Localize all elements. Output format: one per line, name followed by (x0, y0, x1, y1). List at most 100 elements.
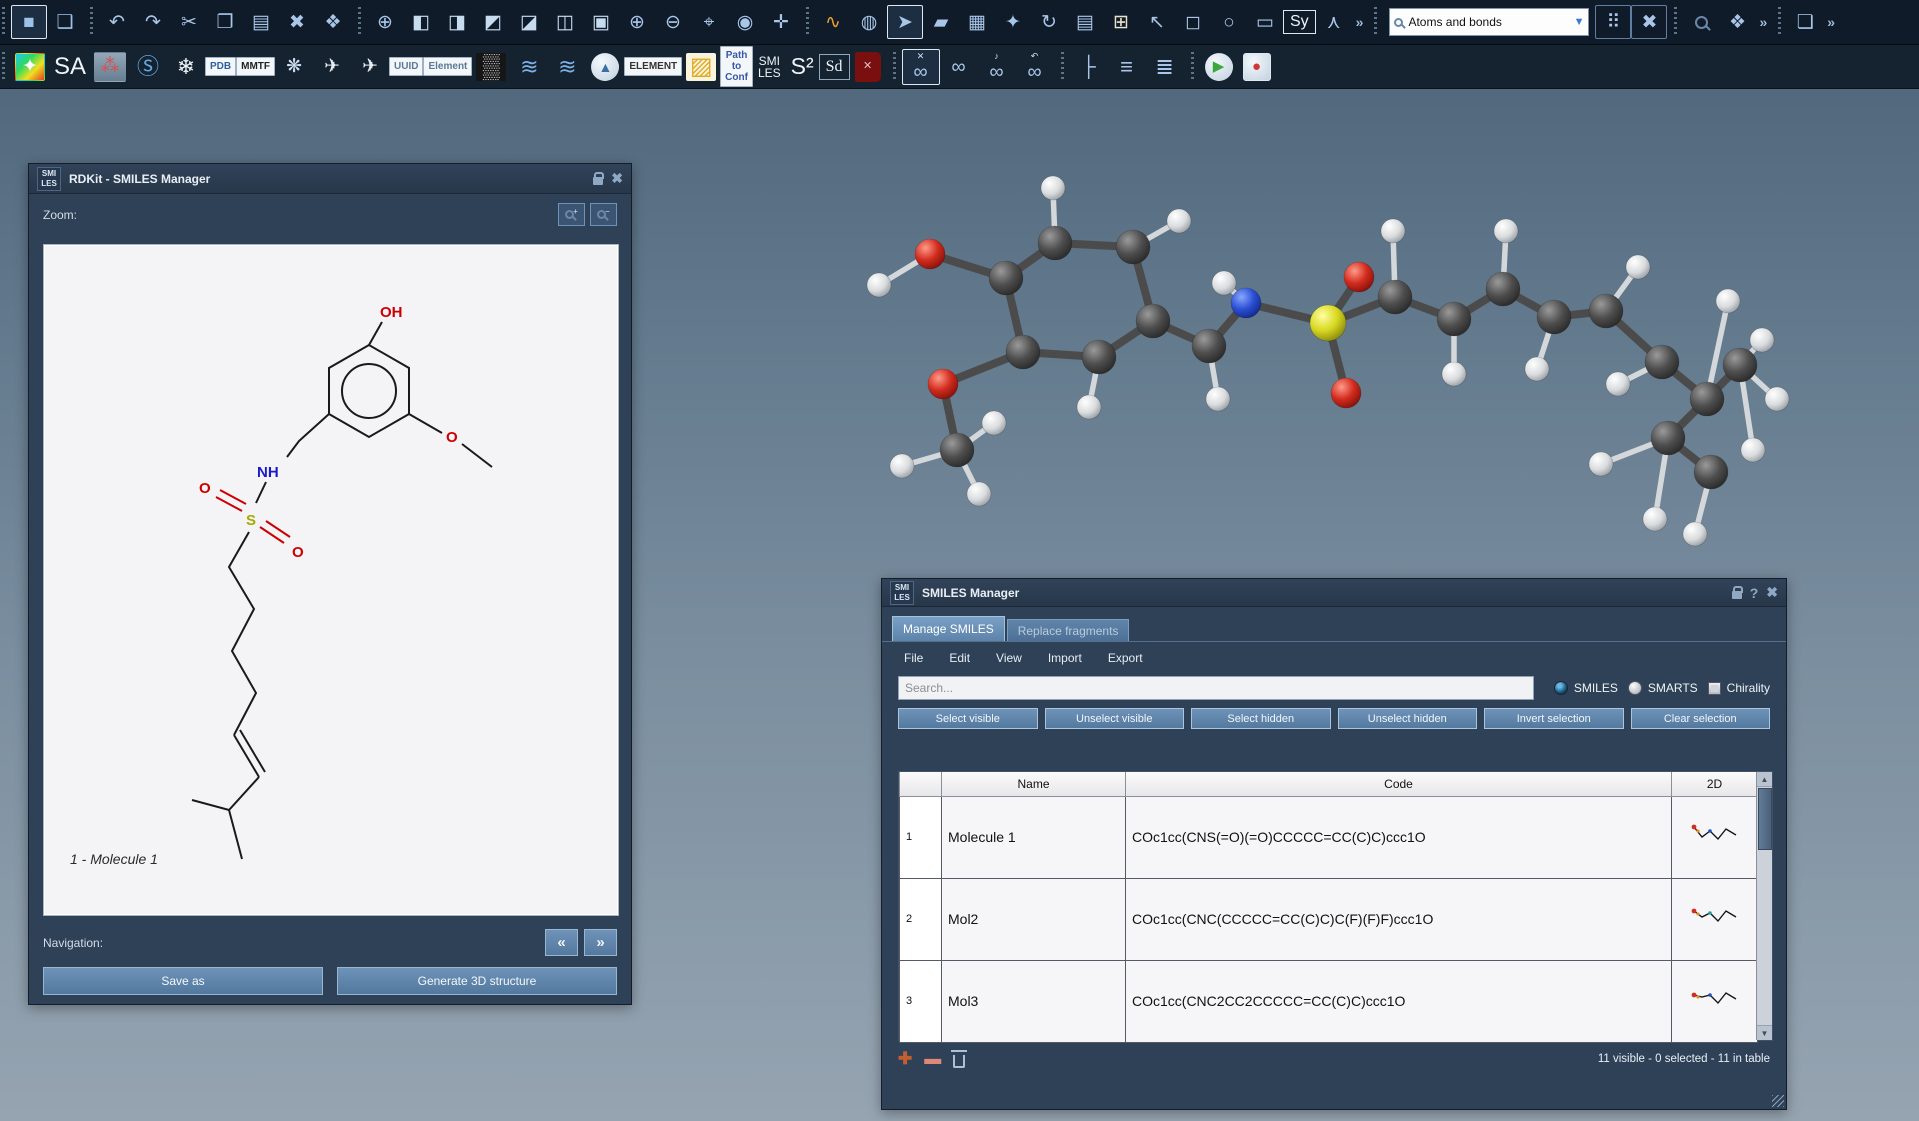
molecule-2d-canvas[interactable]: OH O NH S O O 1 - Molecule 1 (43, 244, 619, 916)
uuid-generator[interactable]: UUID (389, 57, 423, 76)
remove-row-icon[interactable]: ▬ (924, 1049, 941, 1069)
save-icon[interactable]: ❑ (47, 5, 83, 39)
save-as-button[interactable]: Save as (43, 967, 323, 995)
fibers-tool-2-icon[interactable]: ≋ (548, 49, 586, 85)
samson-logo-icon[interactable]: ✦ (15, 53, 45, 81)
zoom-selection-icon[interactable]: ⌖ (691, 5, 727, 39)
lock-icon[interactable] (1732, 591, 1742, 599)
column-header-code[interactable]: Code (1126, 772, 1672, 796)
smiles-radio[interactable] (1554, 681, 1568, 695)
thumbnail-2d-cell[interactable] (1672, 960, 1758, 1042)
table-row[interactable]: 2Mol2COc1cc(CNC(CCCCC=CC(C)C)C(F)(F)F)cc… (900, 878, 1758, 960)
scroll-down-icon[interactable]: ▼ (1757, 1025, 1772, 1040)
mountain-app-icon[interactable]: ▲ (591, 53, 619, 81)
select-atoms-icon[interactable]: ⠿ (1595, 5, 1631, 39)
menu-view[interactable]: View (996, 651, 1022, 665)
noise-generator-icon[interactable]: ▒ (476, 53, 506, 81)
smiles-titlebar[interactable]: SMILES SMILES Manager ? ✖ (882, 579, 1786, 607)
toggle-visibility-eye-icon[interactable]: ◉ (727, 5, 763, 39)
ribbon-tool-icon[interactable]: ∿ (815, 5, 851, 39)
help-icon[interactable]: ? (1750, 585, 1759, 601)
network-builder-icon[interactable]: ❋ (275, 49, 313, 85)
code-cell[interactable]: COc1cc(CNC(CCCCC=CC(C)C)C(F)(F)F)ccc1O (1126, 878, 1672, 960)
table-row[interactable]: 3Mol3COc1cc(CNC2CC2CCCCC=CC(C)C)ccc1O (900, 960, 1758, 1042)
orbit-tool-icon[interactable]: ○ (1211, 5, 1247, 39)
fit-view-icon[interactable]: ✛ (763, 5, 799, 39)
row-number-cell[interactable]: 1 (900, 796, 942, 878)
tab-manage-smiles[interactable]: Manage SMILES (892, 616, 1005, 641)
honeycomb-tool-icon[interactable]: ▦ (959, 5, 995, 39)
column-header-name[interactable]: Name (942, 772, 1126, 796)
measure-tool-icon[interactable]: ▭ (1247, 5, 1283, 39)
search-input[interactable] (898, 676, 1534, 700)
view-preset-3-icon[interactable]: ◩ (475, 5, 511, 39)
next-molecule-button[interactable]: » (584, 929, 617, 956)
pdb-downloader[interactable]: PDB (205, 57, 236, 76)
rdkit-titlebar[interactable]: SMILES RDKit - SMILES Manager ✖ (29, 164, 631, 194)
more-selection[interactable]: » (1755, 14, 1771, 30)
s2-app[interactable]: S² (786, 55, 819, 78)
view-preset-1-icon[interactable]: ◧ (403, 5, 439, 39)
row-number-cell[interactable]: 2 (900, 878, 942, 960)
menu-export[interactable]: Export (1108, 651, 1143, 665)
view-preset-6-icon[interactable]: ▣ (583, 5, 619, 39)
name-cell[interactable]: Mol3 (942, 960, 1126, 1042)
menu-edit[interactable]: Edit (949, 651, 970, 665)
map-generator-icon[interactable]: ▨ (686, 53, 716, 81)
smarts-radio[interactable] (1628, 681, 1642, 695)
rect-select-tool-icon[interactable]: ◻ (1175, 5, 1211, 39)
unselect-visible-button[interactable]: Unselect visible (1045, 708, 1185, 729)
table-scrollbar[interactable]: ▲ ▼ (1756, 772, 1772, 1040)
code-cell[interactable]: COc1cc(CNC2CC2CCCCC=CC(C)C)ccc1O (1126, 960, 1672, 1042)
view-preset-4-icon[interactable]: ◪ (511, 5, 547, 39)
add-to-group-icon[interactable]: ❖ (1719, 5, 1755, 39)
zoom-out-icon[interactable]: ⊖ (655, 5, 691, 39)
element-importer[interactable]: ELEMENT (624, 57, 682, 76)
chirality-checkbox[interactable] (1708, 682, 1721, 695)
delete-icon[interactable]: ✖ (279, 5, 315, 39)
menu-file[interactable]: File (904, 651, 923, 665)
list-view-icon[interactable]: ≡ (1108, 49, 1146, 85)
view-preset-5-icon[interactable]: ◫ (547, 5, 583, 39)
path-to-conformation[interactable]: Path to Conf (720, 46, 753, 87)
audio-glasses-icon[interactable]: ♪∞ (978, 49, 1016, 85)
record-icon[interactable]: ● (1243, 53, 1271, 81)
paste-icon[interactable]: ▤ (243, 5, 279, 39)
3d-viewport-molecule[interactable] (857, 155, 1837, 580)
previous-molecule-button[interactable]: « (545, 929, 578, 956)
cut-icon[interactable]: ✂ (171, 5, 207, 39)
rotate-3d-tool-icon[interactable]: ↻ (1031, 5, 1067, 39)
sequence-view-icon[interactable]: ▤ (1067, 5, 1103, 39)
restore-list-icon[interactable]: ≣ (1146, 49, 1184, 85)
eraser-tool-icon[interactable]: ▰ (923, 5, 959, 39)
lock-icon[interactable] (593, 177, 603, 185)
copy-icon[interactable]: ❐ (207, 5, 243, 39)
select-tool-icon[interactable]: ➤ (887, 5, 923, 39)
fibers-tool-1-icon[interactable]: ≋ (510, 49, 548, 85)
select-hidden-button[interactable]: Select hidden (1191, 708, 1331, 729)
flight-tool-2-icon[interactable]: ✈ (351, 49, 389, 85)
red-book-app-icon[interactable]: ✕ (855, 52, 881, 82)
thumbnail-2d-cell[interactable] (1672, 796, 1758, 878)
resize-grip[interactable] (1772, 1095, 1784, 1107)
flight-tool-1-icon[interactable]: ✈ (313, 49, 351, 85)
add-layer-icon[interactable]: ❖ (315, 5, 351, 39)
axes-tool-icon[interactable]: ⋏ (1316, 5, 1352, 39)
show-glasses-icon[interactable]: ∞ (940, 49, 978, 85)
node-hierarchy-icon[interactable]: ├ (1070, 49, 1108, 85)
scrollbar-thumb[interactable] (1758, 788, 1772, 850)
periodic-table-icon[interactable]: ⊞ (1103, 5, 1139, 39)
view-preset-2-icon[interactable]: ◨ (439, 5, 475, 39)
hide-glasses-icon[interactable]: ✕∞ (902, 49, 940, 85)
code-cell[interactable]: COc1cc(CNS(=O)(=O)CCCCC=CC(C)C)ccc1O (1126, 796, 1672, 878)
cursor-tool-icon[interactable]: ↖ (1139, 5, 1175, 39)
column-header-2d[interactable]: 2D (1672, 772, 1758, 796)
add-document-icon[interactable]: ❏ (1787, 5, 1823, 39)
generate-3d-structure-button[interactable]: Generate 3D structure (337, 967, 617, 995)
zoom-in-button[interactable]: + (558, 203, 585, 226)
more-documents[interactable]: » (1823, 14, 1839, 30)
redo-icon[interactable]: ↷ (135, 5, 171, 39)
deselect-all-icon[interactable]: ✖ (1631, 5, 1667, 39)
table-row[interactable]: 1Molecule 1COc1cc(CNS(=O)(=O)CCCCC=CC(C)… (900, 796, 1758, 878)
element-document[interactable]: Element (423, 57, 472, 76)
